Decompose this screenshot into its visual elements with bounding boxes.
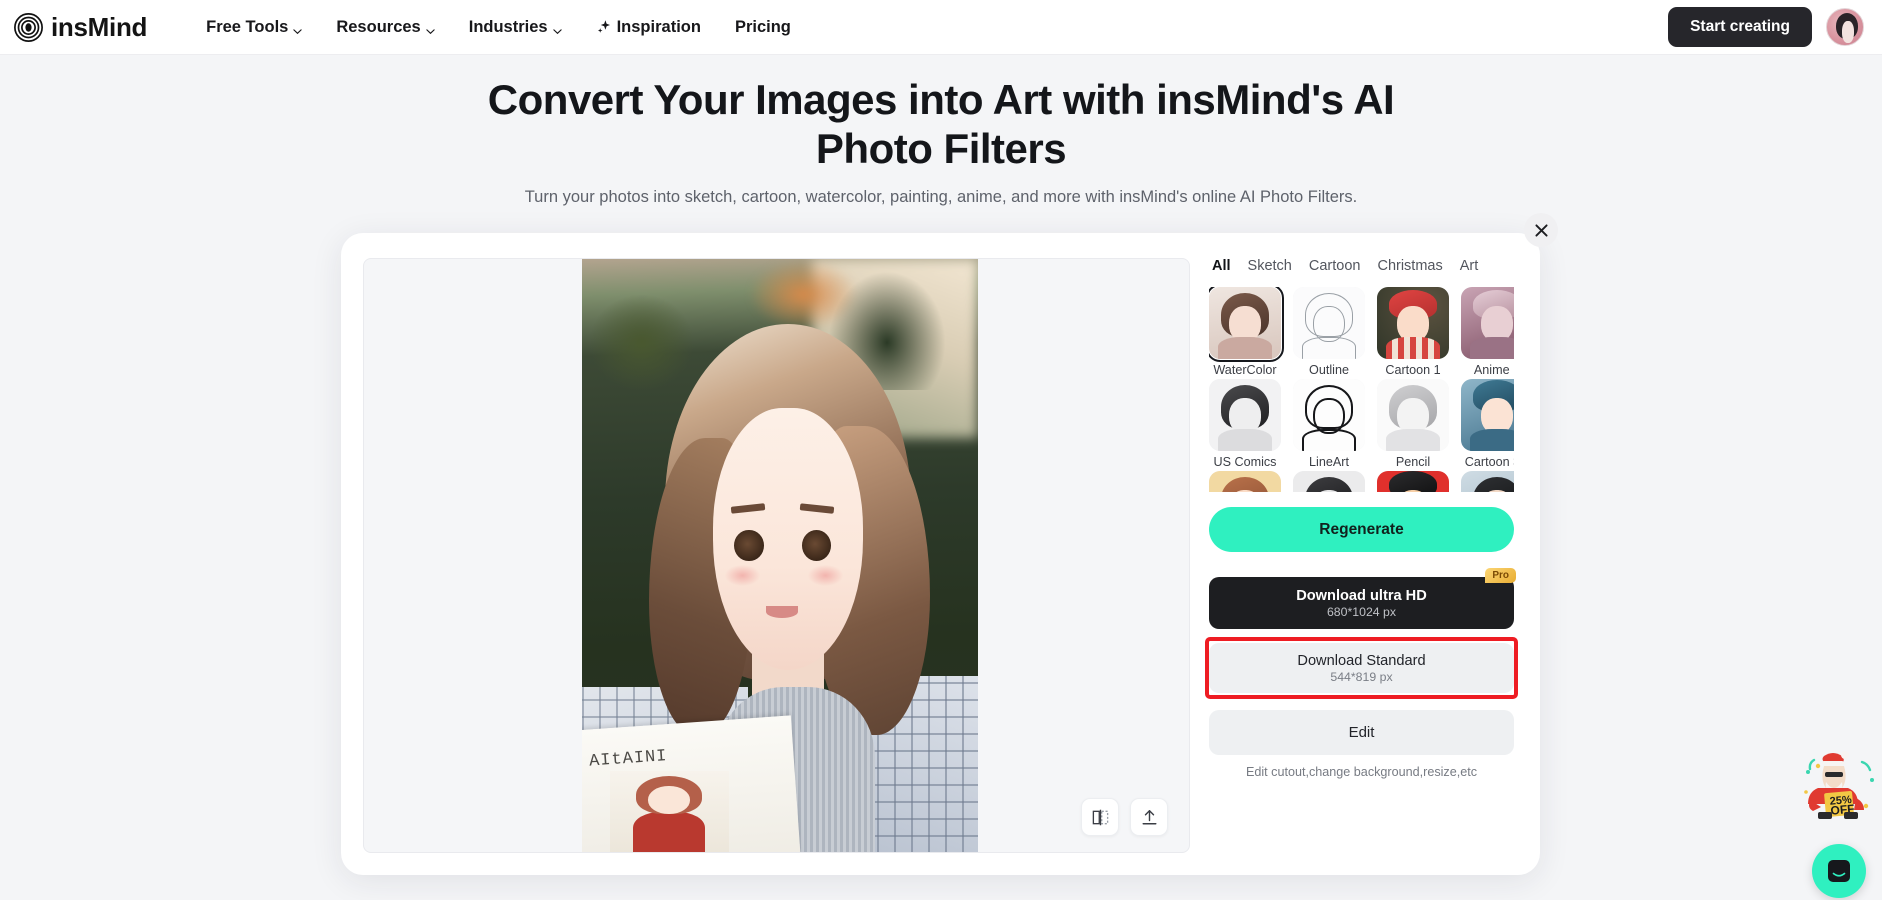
compare-split-icon[interactable] (1081, 798, 1119, 836)
filter-label: Outline (1309, 363, 1349, 377)
nav-item-inspiration[interactable]: Inspiration (579, 12, 718, 43)
nav-label: Free Tools (206, 17, 289, 36)
result-modal: AItAINI All Sketch Cartoon Christmas Art… (341, 213, 1558, 875)
edit-button[interactable]: Edit (1209, 710, 1514, 755)
canvas-handwriting: AItAINI (588, 747, 669, 772)
start-creating-button[interactable]: Start creating (1668, 7, 1812, 47)
nav-item-industries[interactable]: Industries (452, 12, 579, 43)
nav-item-pricing[interactable]: Pricing (718, 12, 808, 43)
insmind-spiral-logo-icon (14, 12, 43, 42)
filter-thumbnail (1209, 471, 1281, 492)
download-standard-size: 544*819 px (1330, 669, 1393, 684)
chevron-down-icon (426, 22, 435, 34)
filter-label: Cartoon 3D (1464, 455, 1514, 469)
image-preview-pane: AItAINI (363, 258, 1190, 853)
filter-option-outline[interactable]: Outline (1293, 287, 1365, 377)
filter-label: Cartoon 1 (1385, 363, 1441, 377)
download-ultra-hd-button[interactable]: Download ultra HD 680*1024 px Pro (1209, 568, 1516, 629)
filter-thumbnail (1209, 379, 1281, 451)
filter-thumbnail (1461, 379, 1514, 451)
nav-label: Inspiration (616, 17, 701, 36)
filter-thumbnail (1293, 379, 1365, 451)
upload-icon[interactable] (1130, 798, 1168, 836)
filter-option-10[interactable] (1293, 471, 1365, 492)
filter-thumbnail (1293, 471, 1365, 492)
download-standard-title: Download Standard (1297, 652, 1426, 669)
filter-thumbnail (1461, 471, 1514, 492)
filter-option-watercolor[interactable]: WaterColor (1209, 287, 1285, 377)
sparkle-icon (596, 19, 612, 35)
regenerate-button[interactable]: Regenerate (1209, 507, 1514, 552)
pro-badge: Pro (1485, 568, 1516, 583)
logo-text: insMind (51, 11, 148, 42)
filter-option-lineart[interactable]: LineArt (1293, 379, 1365, 469)
filter-label: WaterColor (1213, 363, 1277, 377)
filter-label: US Comics (1213, 455, 1277, 469)
tab-sketch[interactable]: Sketch (1248, 258, 1292, 274)
filter-thumbnail (1377, 471, 1449, 492)
logo[interactable]: insMind (14, 12, 147, 43)
filter-label: Pencil (1395, 455, 1431, 469)
tab-cartoon[interactable]: Cartoon (1309, 258, 1361, 274)
filter-option-pencil[interactable]: Pencil (1377, 379, 1449, 469)
tab-art[interactable]: Art (1460, 258, 1479, 274)
santa-discount-promo-icon[interactable]: 25% OFF (1800, 748, 1880, 826)
nav-item-resources[interactable]: Resources (319, 12, 451, 43)
close-icon[interactable] (1524, 213, 1558, 247)
filter-label: Anime 1 (1473, 363, 1514, 377)
generated-image: AItAINI (582, 259, 978, 852)
options-panel: All Sketch Cartoon Christmas Art WaterCo… (1205, 258, 1518, 779)
filter-option-anime-1[interactable]: Anime 1 (1461, 287, 1514, 377)
preview-toolbar (1081, 798, 1168, 836)
download-hd-size: 680*1024 px (1326, 604, 1397, 619)
nav-label: Pricing (734, 17, 791, 36)
filter-option-us-comics[interactable]: US Comics (1209, 379, 1281, 469)
filter-thumbnail (1377, 379, 1449, 451)
tab-christmas[interactable]: Christmas (1377, 258, 1442, 274)
filter-option-cartoon-3d[interactable]: Cartoon 3D (1461, 379, 1514, 469)
filter-option-cartoon-1[interactable]: Cartoon 1 (1377, 287, 1449, 377)
nav-label: Industries (468, 17, 548, 36)
edit-hint-text: Edit cutout,change background,resize,etc (1245, 765, 1478, 779)
filter-thumbnail (1209, 287, 1285, 363)
filter-style-grid: WaterColor Outline Cartoon 1 Anime US Co… (1209, 287, 1514, 492)
chevron-down-icon (552, 22, 562, 34)
nav-item-free-tools[interactable]: Free Tools (189, 12, 319, 43)
category-tabs: All Sketch Cartoon Christmas Art (1209, 258, 1514, 274)
hero-section: Convert Your Images into Art with insMin… (0, 55, 1882, 207)
filter-thumbnail (1293, 287, 1365, 359)
main-nav: Free Tools Resources Industries Inspirat… (189, 12, 808, 43)
download-hd-title: Download ultra HD (1296, 587, 1427, 604)
tab-all[interactable]: All (1212, 258, 1231, 274)
page-title: Convert Your Images into Art with insMin… (487, 76, 1395, 173)
filter-thumbnail (1377, 287, 1449, 359)
chat-bubble-icon[interactable] (1812, 844, 1866, 898)
nav-label: Resources (336, 17, 421, 36)
page-subtitle: Turn your photos into sketch, cartoon, w… (524, 188, 1358, 207)
download-standard-button[interactable]: Download Standard 544*819 px (1209, 643, 1514, 693)
chevron-down-icon (293, 22, 303, 34)
filter-option-11[interactable] (1377, 471, 1449, 492)
filter-option-12[interactable] (1461, 471, 1514, 492)
avatar[interactable] (1826, 8, 1864, 46)
site-header: insMind Free Tools Resources Industries (0, 0, 1882, 55)
filter-thumbnail (1461, 287, 1514, 359)
filter-option-9[interactable] (1209, 471, 1281, 492)
download-standard-wrapper: Download Standard 544*819 px (1205, 637, 1518, 699)
header-actions: Start creating (1668, 7, 1864, 47)
filter-label: LineArt (1309, 455, 1349, 469)
